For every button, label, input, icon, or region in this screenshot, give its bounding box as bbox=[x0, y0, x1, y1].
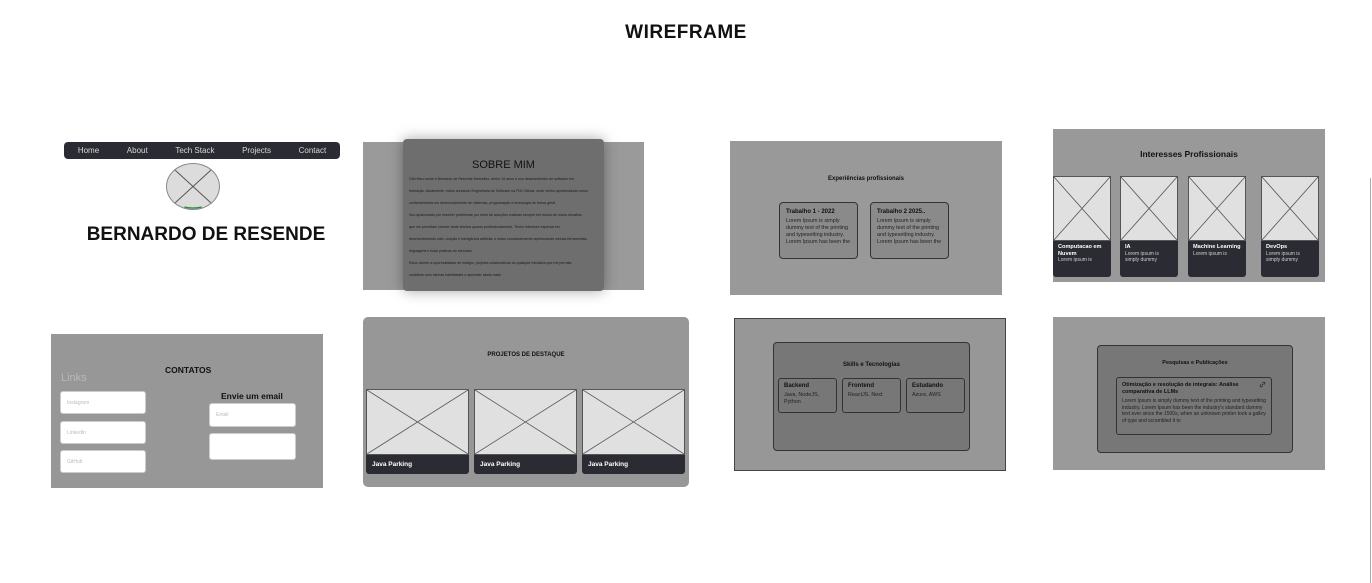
interest-description: Lorem ipsum is bbox=[1058, 257, 1092, 263]
interest-description: Lorem ipsum is bbox=[1193, 250, 1227, 257]
contacts-title: CONTATOS bbox=[165, 365, 212, 375]
skill-group: Backend Java, NodeJS, Python bbox=[778, 378, 837, 413]
skills-panel: Skills e Tecnologias Backend Java, NodeJ… bbox=[773, 342, 970, 451]
project-card[interactable]: Java Parking bbox=[366, 389, 469, 474]
nav-bar: Home About Tech Stack Projects Contact bbox=[64, 142, 340, 159]
about-line: conhecimentos em desenvolvimento de sist… bbox=[409, 201, 557, 205]
email-title: Envie um email bbox=[221, 391, 283, 401]
experience-frame: Experiências profissionais Trabalho 1 - … bbox=[730, 141, 1002, 295]
project-title: Java Parking bbox=[582, 455, 685, 474]
about-line: Olá! Meu nome é Bernardo de Resende Marc… bbox=[409, 177, 574, 181]
nav-tech-stack[interactable]: Tech Stack bbox=[175, 146, 214, 155]
about-line: que me permitam crescer tanto técnica qu… bbox=[409, 225, 560, 229]
interest-title: Computacao em Nuvem bbox=[1058, 244, 1102, 257]
skill-group-title: Estudando bbox=[912, 383, 943, 389]
job-title: Trabalho 1 - 2022 bbox=[786, 209, 835, 215]
interest-card[interactable]: DevOps Lorem ipsum is simply dummy bbox=[1261, 176, 1319, 277]
linkedin-link[interactable]: LinkedIn bbox=[60, 421, 146, 444]
skill-group: Frontend ReactJS, Next bbox=[842, 378, 901, 413]
interest-card[interactable]: Computacao em Nuvem Lorem ipsum is bbox=[1053, 176, 1111, 277]
interest-description: Lorem ipsum is simply dummy bbox=[1125, 250, 1159, 264]
skill-group: Estudando Azure, AWS bbox=[906, 378, 965, 413]
image-placeholder bbox=[474, 389, 577, 455]
about-title: SOBRE MIM bbox=[472, 159, 535, 171]
publication-title: Otimização e resolução de integrais: Aná… bbox=[1122, 382, 1239, 395]
project-card[interactable]: Java Parking bbox=[582, 389, 685, 474]
interests-title: Interesses Profissionais bbox=[1140, 149, 1238, 159]
project-card[interactable]: Java Parking bbox=[474, 389, 577, 474]
page-edge-divider bbox=[1370, 178, 1371, 583]
interest-description: Lorem ipsum is simply dummy bbox=[1266, 250, 1300, 264]
publication-card[interactable]: Otimização e resolução de integrais: Aná… bbox=[1116, 377, 1272, 435]
about-line: linguagens e boas práticas do mercado. bbox=[409, 249, 473, 253]
about-line: formação. Atualmente, estou cursando Eng… bbox=[409, 189, 589, 193]
contacts-frame: Links CONTATOS Envie um email Instagram … bbox=[51, 334, 323, 488]
page-title: WIREFRAME bbox=[625, 22, 747, 43]
link-icon[interactable] bbox=[1259, 381, 1266, 388]
hero-name: BERNARDO DE RESENDE bbox=[86, 224, 326, 245]
project-title: Java Parking bbox=[474, 455, 577, 474]
nav-contact[interactable]: Contact bbox=[299, 146, 327, 155]
message-field[interactable] bbox=[209, 433, 296, 460]
projects-title: PROJETOS DE DESTAQUE bbox=[487, 352, 565, 358]
interest-card[interactable]: IA Lorem ipsum is simply dummy bbox=[1120, 176, 1178, 277]
publications-title: Pesquisas e Publicações bbox=[1162, 360, 1228, 366]
skills-frame: Skills e Tecnologias Backend Java, NodeJ… bbox=[734, 318, 1006, 471]
skill-group-items: Java, NodeJS, Python bbox=[784, 392, 820, 405]
image-placeholder bbox=[1053, 176, 1111, 241]
about-card: SOBRE MIM Olá! Meu nome é Bernardo de Re… bbox=[403, 139, 604, 291]
skills-title: Skills e Tecnologias bbox=[843, 362, 900, 368]
project-title: Java Parking bbox=[366, 455, 469, 474]
image-placeholder bbox=[366, 389, 469, 455]
about-line: Estou aberto a oportunidades de estágio,… bbox=[409, 261, 572, 265]
email-field[interactable]: Email bbox=[209, 403, 296, 427]
image-placeholder bbox=[1188, 176, 1246, 241]
about-line: contribuir com minhas habilidades e apre… bbox=[409, 273, 502, 277]
experience-title: Experiências profissionais bbox=[827, 176, 905, 182]
about-line: desenvolvimento web, criação e inteligên… bbox=[409, 237, 588, 241]
image-placeholder bbox=[1120, 176, 1178, 241]
interests-frame: Interesses Profissionais Computacao em N… bbox=[1053, 129, 1325, 282]
job-description: Lorem Ipsum is simply dummy text of the … bbox=[877, 218, 942, 245]
skill-group-items: ReactJS, Next bbox=[848, 392, 883, 398]
skill-group-title: Backend bbox=[784, 383, 810, 389]
projects-frame: PROJETOS DE DESTAQUE Java Parking Java P… bbox=[363, 317, 689, 487]
links-label: Links bbox=[61, 372, 87, 384]
publications-frame: Pesquisas e Publicações Otimização e res… bbox=[1053, 317, 1325, 470]
about-line: Sou apaixonado por resolver problemas po… bbox=[409, 213, 582, 217]
job-card[interactable]: Trabalho 2 2025.. Lorem Ipsum is simply … bbox=[870, 202, 949, 259]
nav-about[interactable]: About bbox=[127, 146, 148, 155]
skill-group-title: Frontend bbox=[848, 383, 874, 389]
avatar bbox=[166, 163, 220, 210]
job-card[interactable]: Trabalho 1 - 2022 Lorem Ipsum is simply … bbox=[779, 202, 858, 259]
nav-home[interactable]: Home bbox=[78, 146, 99, 155]
job-description: Lorem Ipsum is simply dummy text of the … bbox=[786, 218, 851, 245]
job-title: Trabalho 2 2025.. bbox=[877, 209, 926, 215]
interest-title: Machine Learning bbox=[1193, 244, 1241, 250]
publications-panel: Pesquisas e Publicações Otimização e res… bbox=[1097, 345, 1293, 453]
nav-projects[interactable]: Projects bbox=[242, 146, 271, 155]
image-placeholder bbox=[582, 389, 685, 455]
image-placeholder bbox=[1261, 176, 1319, 241]
github-link[interactable]: GitHub bbox=[60, 450, 146, 473]
instagram-link[interactable]: Instagram bbox=[60, 391, 146, 414]
publication-description: Lorem Ipsum is simply dummy text of the … bbox=[1122, 398, 1266, 424]
interest-card[interactable]: Machine Learning Lorem ipsum is bbox=[1188, 176, 1246, 277]
skill-group-items: Azure, AWS bbox=[912, 392, 941, 398]
